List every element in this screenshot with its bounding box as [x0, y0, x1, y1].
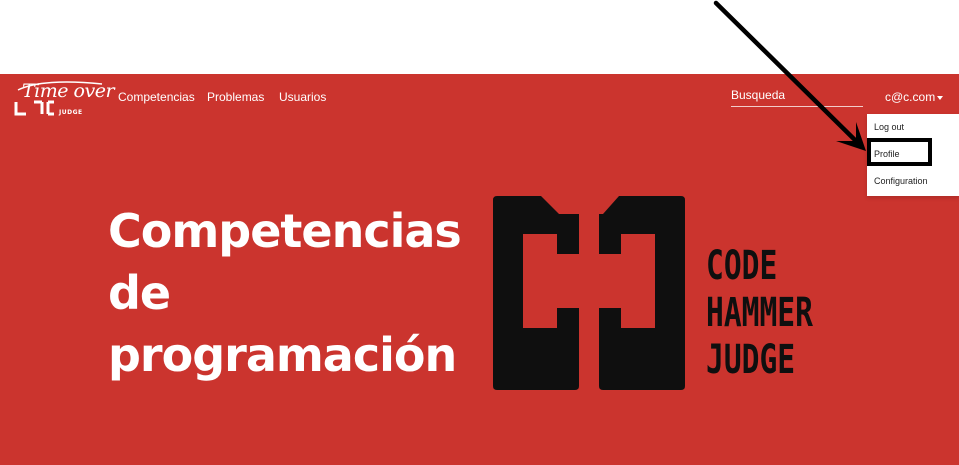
brand-line: CODE — [706, 243, 778, 289]
page: Time over JUDGE Competencias Problemas U… — [0, 0, 959, 465]
hero-title-line: programación — [108, 328, 457, 382]
search-box — [731, 86, 863, 107]
nav-link-problemas[interactable]: Problemas — [207, 90, 264, 104]
brand-line: JUDGE — [706, 337, 796, 383]
search-input[interactable] — [731, 86, 863, 104]
hero-title-line: Competencias — [108, 204, 462, 258]
brand-wordmark: CODE HAMMER JUDGE — [706, 243, 813, 384]
logo-title: Time over — [22, 80, 115, 102]
code-hammer-bracket-icon — [493, 196, 685, 390]
menu-item-log-out[interactable]: Log out — [874, 122, 904, 132]
user-dropdown-menu: Log out Profile Configuration — [867, 114, 959, 196]
caret-down-icon — [937, 95, 944, 100]
user-email: c@c.com — [885, 90, 936, 104]
nav-link-competencias[interactable]: Competencias — [118, 90, 195, 104]
logo-subtitle: JUDGE — [59, 109, 83, 116]
nav-link-usuarios[interactable]: Usuarios — [279, 90, 326, 104]
brand-line: HAMMER — [706, 290, 813, 336]
site-logo[interactable]: Time over JUDGE — [14, 74, 115, 118]
user-menu-toggle[interactable]: c@c.com — [885, 90, 944, 104]
hero-title: Competencias de programación — [108, 200, 462, 386]
menu-item-configuration[interactable]: Configuration — [874, 176, 928, 186]
menu-item-profile[interactable]: Profile — [874, 149, 900, 159]
hero-title-line: de — [108, 266, 171, 320]
